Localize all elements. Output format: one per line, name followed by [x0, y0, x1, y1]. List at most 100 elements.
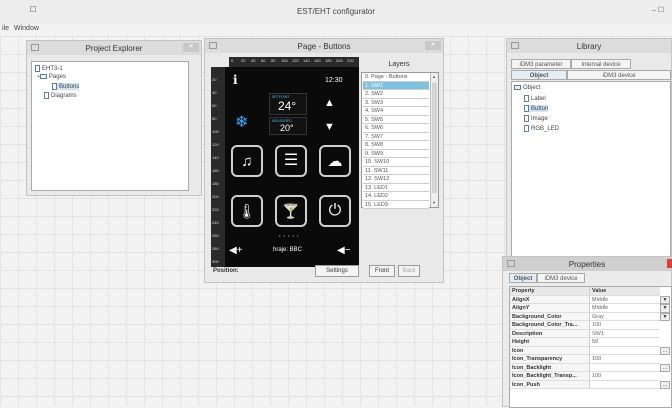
device-screen[interactable]: i 12:30 ❄ SETPOINT 24° MEASURED 20° ▲ ▼ … [225, 67, 359, 267]
folder-icon [39, 74, 47, 79]
menu-window[interactable]: Window [14, 25, 39, 32]
layer-item[interactable]: 8. SW8 [363, 141, 429, 150]
thermometer-tile[interactable]: 🌡 [231, 195, 263, 227]
ruler-tick: 60 [212, 103, 217, 108]
layer-item[interactable]: 11. SW11 [363, 166, 429, 175]
dropdown-arrow-icon[interactable]: ▼ [660, 312, 670, 321]
properties-titlebar[interactable]: Properties [503, 257, 672, 271]
arrow-up-icon[interactable]: ▲ [324, 97, 335, 109]
property-value[interactable] [590, 346, 660, 355]
ellipsis-button[interactable]: … [660, 363, 670, 372]
tree-item-pages[interactable]: + Pages [37, 74, 66, 80]
property-value[interactable] [590, 363, 660, 372]
tree-item-object[interactable]: Object [514, 85, 540, 91]
layer-item[interactable]: 14. LED2 [363, 192, 429, 201]
back-button[interactable]: Back [398, 265, 420, 277]
property-row[interactable]: Icon_Backlight … [510, 363, 671, 372]
blinds-tile[interactable]: ☰ [275, 145, 307, 177]
doc-icon [524, 105, 529, 112]
scrollbar-thumb[interactable] [432, 83, 437, 193]
tree-item-project[interactable]: EHT3-1 [35, 65, 63, 72]
property-value[interactable]: SW1 [590, 329, 660, 338]
property-row[interactable]: Icon_Push … [510, 380, 671, 389]
property-row[interactable]: Background_Color Gray ▼ [510, 312, 671, 321]
layer-item[interactable]: 6. SW6 [363, 124, 429, 133]
close-icon[interactable] [667, 259, 672, 268]
layer-item[interactable]: 4. SW4 [363, 107, 429, 116]
layers-scrollbar[interactable]: ▲ ▼ [430, 73, 438, 207]
layer-item[interactable]: 12. SW12 [363, 175, 429, 184]
property-row[interactable]: AlignX Middle ▼ [510, 295, 671, 304]
snowflake-icon: ❄ [235, 114, 249, 131]
tree-item-buttons[interactable]: Buttons [52, 83, 80, 91]
property-name: Background_Color_Tra... [510, 321, 590, 330]
layer-item[interactable]: 13. LED1 [363, 183, 429, 192]
library-titlebar[interactable]: Library [507, 39, 671, 53]
dropdown-arrow-icon[interactable]: ▼ [660, 295, 670, 304]
dropdown-arrow-icon[interactable]: ▼ [660, 304, 670, 313]
arrow-down-icon[interactable]: ▼ [324, 121, 335, 133]
property-value[interactable]: 100 [590, 321, 660, 330]
tree-item-image[interactable]: Image [524, 115, 548, 122]
settings-button[interactable]: Settings [315, 265, 359, 277]
layer-item[interactable]: 15. LED3 [363, 200, 429, 209]
page-window-titlebar[interactable]: Page - Buttons ✕ [205, 39, 443, 53]
ellipsis-button[interactable]: … [660, 380, 670, 389]
volume-down-icon[interactable]: ◀− [337, 245, 351, 256]
scroll-down-icon[interactable]: ▼ [432, 200, 436, 205]
tab-internal-device[interactable]: Internal device [571, 59, 631, 69]
tab-idm3-device[interactable]: iDM3 device [567, 70, 671, 80]
volume-up-icon[interactable]: ◀+ [229, 245, 243, 256]
power-tile[interactable]: ⏻ [319, 195, 351, 227]
menu-file[interactable]: ile [2, 25, 9, 32]
layer-item-selected[interactable]: 1. SW1 [363, 81, 429, 90]
property-row[interactable]: Description SW1 [510, 329, 671, 338]
property-value[interactable] [590, 380, 660, 389]
info-icon[interactable]: i [233, 73, 238, 87]
layer-item[interactable]: 0. Page - Buttons [363, 73, 429, 82]
property-value[interactable]: 50 [590, 338, 660, 347]
property-row[interactable]: Icon_Transparency 100 [510, 355, 671, 364]
cocktail-tile[interactable]: 🍸 [275, 195, 307, 227]
tab-properties-idm3-device[interactable]: iDM3 device [537, 273, 585, 283]
window-controls[interactable]: – ☐ [652, 6, 664, 14]
library-title: Library [576, 42, 602, 51]
radio-station: hraje: BBC [273, 247, 303, 253]
tab-idm3-parameter[interactable]: iDM3 parameter [511, 59, 571, 69]
property-row[interactable]: AlignY Middle ▼ [510, 304, 671, 313]
property-header: Property [510, 287, 590, 296]
tab-object[interactable]: Object [511, 70, 567, 80]
layer-item[interactable]: 10. SW10 [363, 158, 429, 167]
project-explorer-titlebar[interactable]: Project Explorer ✕ [27, 41, 201, 55]
music-tile[interactable]: ♫ [231, 145, 263, 177]
ruler-tick: 80 [212, 116, 217, 121]
tree-item-rgb-led[interactable]: RGB_LED [524, 125, 559, 132]
properties-header: Property Value [510, 287, 671, 296]
setpoint-box: SETPOINT 24° [269, 93, 307, 115]
layer-item[interactable]: 7. SW7 [363, 132, 429, 141]
property-row[interactable]: Height 50 [510, 338, 671, 347]
property-row[interactable]: Background_Color_Tra... 100 [510, 321, 671, 330]
close-icon[interactable]: ✕ [183, 43, 199, 52]
layer-item[interactable]: 9. SW9 [363, 149, 429, 158]
property-value[interactable]: 100 [590, 355, 660, 364]
tab-properties-object[interactable]: Object [509, 273, 537, 283]
ellipsis-button[interactable]: … [660, 346, 670, 355]
scroll-up-icon[interactable]: ▲ [432, 74, 436, 79]
property-value[interactable]: Middle [590, 295, 660, 304]
layer-item[interactable]: 3. SW3 [363, 98, 429, 107]
tree-item-label[interactable]: Label [524, 95, 546, 102]
property-value[interactable]: Middle [590, 304, 660, 313]
property-row[interactable]: Icon … [510, 346, 671, 355]
property-value[interactable]: 100 [590, 372, 660, 381]
front-button[interactable]: Front [369, 265, 395, 277]
layer-item[interactable]: 5. SW5 [363, 115, 429, 124]
property-value[interactable]: Gray [590, 312, 660, 321]
ruler-tick: 80 [271, 58, 276, 63]
tree-item-diagrams[interactable]: Diagrams [44, 92, 77, 99]
close-icon[interactable]: ✕ [425, 41, 441, 50]
weather-tile[interactable]: ☁ [319, 145, 351, 177]
property-row[interactable]: Icon_Backlight_Transp... 100 [510, 372, 671, 381]
tree-item-button[interactable]: Button [524, 105, 549, 113]
layer-item[interactable]: 2. SW2 [363, 90, 429, 99]
